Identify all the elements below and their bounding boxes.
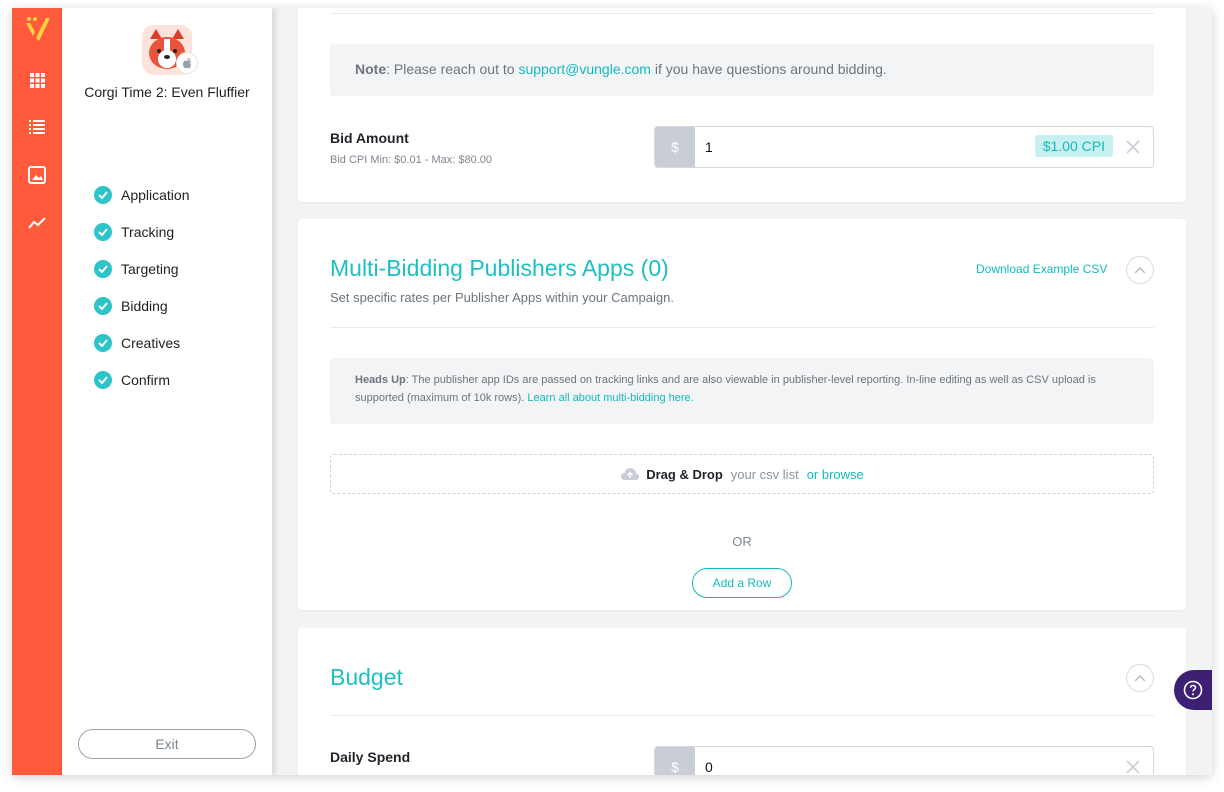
csv-dropzone[interactable]: Drag & Drop your csv list or browse bbox=[330, 454, 1154, 494]
bidding-note: Note: Please reach out to support@vungle… bbox=[330, 44, 1154, 96]
heads-up-note: Heads Up: The publisher app IDs are pass… bbox=[330, 358, 1154, 424]
note-pre: : Please reach out to bbox=[386, 61, 519, 77]
dropzone-strong: Drag & Drop bbox=[646, 466, 723, 482]
budget-title: Budget bbox=[330, 664, 403, 690]
step-creatives[interactable]: Creatives bbox=[94, 324, 190, 361]
multi-bidding-subtitle: Set specific rates per Publisher Apps wi… bbox=[330, 290, 674, 305]
cpi-badge: $1.00 CPI bbox=[1034, 135, 1113, 157]
app-name: Corgi Time 2: Even Fluffier bbox=[84, 84, 250, 100]
step-label: Bidding bbox=[121, 297, 168, 314]
learn-multi-bidding-link[interactable]: Learn all about multi-bidding here. bbox=[527, 392, 693, 404]
chevron-up-icon bbox=[1134, 266, 1146, 274]
step-label: Application bbox=[121, 186, 190, 203]
bid-amount-input[interactable] bbox=[705, 137, 1025, 157]
daily-spend-label: Daily Spend bbox=[330, 749, 411, 765]
grid-icon[interactable] bbox=[25, 68, 49, 92]
vungle-logo[interactable] bbox=[22, 14, 52, 46]
clear-icon[interactable] bbox=[1123, 757, 1143, 775]
divider bbox=[330, 13, 1154, 14]
browse-link[interactable]: or browse bbox=[807, 467, 864, 482]
campaign-sidebar: Corgi Time 2: Even Fluffier Application … bbox=[62, 8, 272, 775]
download-csv-link[interactable]: Download Example CSV bbox=[976, 262, 1107, 276]
chevron-up-icon bbox=[1134, 674, 1146, 682]
step-label: Confirm bbox=[121, 371, 171, 388]
check-circle-icon bbox=[94, 259, 112, 278]
divider bbox=[330, 715, 1154, 716]
clear-icon[interactable] bbox=[1123, 137, 1143, 157]
check-circle-icon bbox=[94, 296, 112, 315]
list-icon[interactable] bbox=[25, 115, 49, 139]
check-circle-icon bbox=[94, 333, 112, 352]
daily-spend-field[interactable]: $ bbox=[654, 746, 1154, 775]
heads-up-text: Heads Up: The publisher app IDs are pass… bbox=[355, 371, 1145, 407]
step-label: Targeting bbox=[121, 260, 179, 277]
check-circle-icon bbox=[94, 370, 112, 389]
step-application[interactable]: Application bbox=[94, 176, 190, 213]
step-confirm[interactable]: Confirm bbox=[94, 361, 190, 398]
apple-icon bbox=[176, 52, 198, 74]
note-label: Note bbox=[355, 61, 387, 77]
divider bbox=[330, 327, 1154, 328]
question-icon bbox=[1183, 680, 1203, 700]
step-bidding[interactable]: Bidding bbox=[94, 287, 190, 324]
heads-up-label: Heads Up bbox=[355, 374, 406, 386]
help-button[interactable] bbox=[1174, 670, 1212, 710]
note-text: Note: Please reach out to support@vungle… bbox=[355, 61, 887, 77]
or-separator: OR bbox=[732, 534, 752, 549]
bid-amount-label: Bid Amount bbox=[330, 130, 409, 146]
dropzone-text: your csv list bbox=[730, 466, 799, 482]
currency-prefix: $ bbox=[655, 127, 695, 167]
step-label: Creatives bbox=[121, 334, 181, 351]
check-circle-icon bbox=[94, 185, 112, 204]
step-label: Tracking bbox=[121, 223, 175, 240]
step-tracking[interactable]: Tracking bbox=[94, 213, 190, 250]
daily-spend-input[interactable] bbox=[705, 757, 1025, 775]
support-email-link[interactable]: support@vungle.com bbox=[518, 61, 651, 77]
collapse-button[interactable] bbox=[1126, 664, 1154, 692]
check-circle-icon bbox=[94, 222, 112, 241]
currency-prefix: $ bbox=[655, 747, 695, 775]
bid-hint: Bid CPI Min: $0.01 - Max: $80.00 bbox=[330, 154, 493, 166]
image-icon[interactable] bbox=[25, 163, 49, 187]
budget-card: Budget Daily Spend $ bbox=[298, 628, 1186, 775]
bid-amount-field[interactable]: $ $1.00 CPI bbox=[654, 126, 1154, 168]
collapse-button[interactable] bbox=[1126, 256, 1154, 284]
app-window: Corgi Time 2: Even Fluffier Application … bbox=[12, 8, 1212, 775]
bidding-card: Note: Please reach out to support@vungle… bbox=[298, 8, 1186, 202]
main-nav-rail bbox=[12, 8, 62, 775]
multi-bidding-title: Multi-Bidding Publishers Apps (0) bbox=[330, 255, 669, 281]
step-targeting[interactable]: Targeting bbox=[94, 250, 190, 287]
step-list: Application Tracking Targeting Bidding C… bbox=[94, 176, 190, 398]
exit-button[interactable]: Exit bbox=[78, 729, 256, 759]
note-post: if you have questions around bidding. bbox=[650, 61, 887, 77]
add-row-button[interactable]: Add a Row bbox=[692, 568, 792, 598]
chart-line-icon[interactable] bbox=[25, 211, 49, 235]
multi-bidding-card: Multi-Bidding Publishers Apps (0) Set sp… bbox=[298, 219, 1186, 610]
heads-up-body: : The publisher app IDs are passed on tr… bbox=[355, 374, 1096, 404]
cloud-upload-icon bbox=[621, 468, 640, 480]
